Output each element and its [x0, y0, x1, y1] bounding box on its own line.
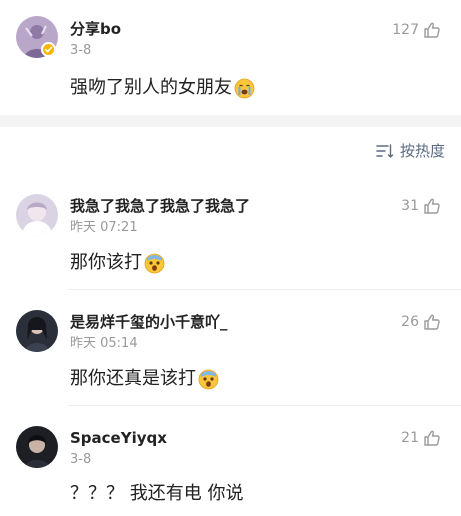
post-time: 3-8 — [70, 43, 92, 58]
comment-text: 那你该打 — [70, 252, 165, 274]
comment-item: SpaceYiyqx 3-8 21 ？？？ 我还有电 你说 — [0, 406, 461, 516]
comment-text-content: ？？？ 我还有电 你说 — [70, 483, 244, 504]
comment-avatar[interactable] — [16, 310, 58, 352]
comment-time: 昨天 07:21 — [70, 220, 138, 235]
crying-face-icon — [234, 78, 255, 99]
comment-text-content: 那你该打 — [70, 252, 142, 273]
post-text: 强吻了别人的女朋友 — [70, 77, 255, 99]
comment-time: 昨天 05:14 — [70, 336, 138, 351]
comment-like-count: 31 — [401, 198, 419, 214]
post-username[interactable]: 分享bo — [70, 20, 121, 38]
comment-username[interactable]: 我急了我急了我急了我急了 — [70, 197, 250, 215]
shocked-face-icon — [198, 369, 219, 390]
comment-like-button[interactable]: 26 — [401, 313, 441, 331]
verified-badge-icon — [41, 42, 56, 57]
sort-label: 按热度 — [399, 142, 445, 160]
section-separator — [0, 115, 461, 127]
sort-by-heat-button[interactable]: 按热度 — [376, 141, 445, 161]
comment-like-button[interactable]: 21 — [401, 429, 441, 447]
post-like-button[interactable]: 127 — [392, 21, 441, 39]
original-post: 分享bo 3-8 127 强吻了别人的女朋友 — [0, 0, 461, 115]
comment-text-content: 那你还真是该打 — [70, 368, 196, 389]
post-like-count: 127 — [392, 22, 419, 38]
comment-item: 我急了我急了我急了我急了 昨天 07:21 31 那你该打 — [0, 180, 461, 290]
shocked-face-icon — [144, 253, 165, 274]
comment-like-count: 21 — [401, 430, 419, 446]
post-text-content: 强吻了别人的女朋友 — [70, 77, 232, 98]
comment-username[interactable]: 是易烊千玺的小千意吖_ — [70, 313, 228, 331]
comment-avatar[interactable] — [16, 426, 58, 468]
thumbs-up-icon — [423, 197, 441, 215]
comment-like-button[interactable]: 31 — [401, 197, 441, 215]
comment-text: 那你还真是该打 — [70, 368, 219, 390]
comment-item: 是易烊千玺的小千意吖_ 昨天 05:14 26 那你还真是该打 — [0, 290, 461, 406]
thumbs-up-icon — [423, 429, 441, 447]
comment-like-count: 26 — [401, 314, 419, 330]
comment-username[interactable]: SpaceYiyqx — [70, 429, 167, 447]
thumbs-up-icon — [423, 313, 441, 331]
comment-text: ？？？ 我还有电 你说 — [70, 483, 243, 505]
comment-avatar[interactable] — [16, 194, 58, 236]
thumbs-up-icon — [423, 21, 441, 39]
sort-lines-icon — [376, 143, 394, 159]
comment-time: 3-8 — [70, 452, 92, 467]
